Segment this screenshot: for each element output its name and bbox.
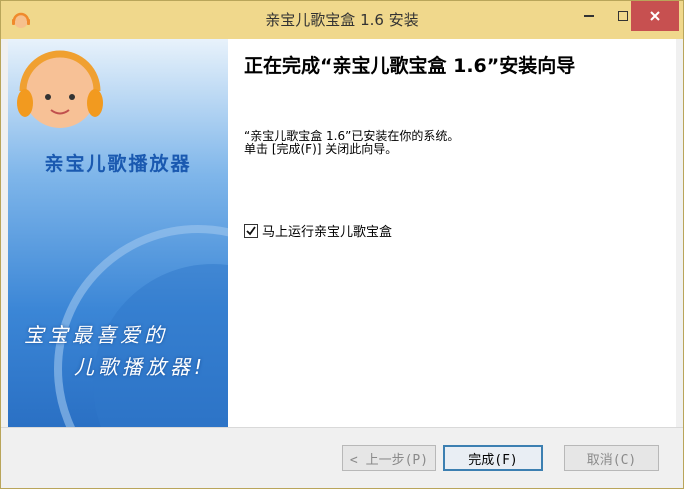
wizard-main-panel: 正在完成“亲宝儿歌宝盒 1.6”安装向导 “亲宝儿歌宝盒 1.6”已安装在你的系…: [228, 39, 676, 427]
run-app-checkbox-label: 马上运行亲宝儿歌宝盒: [262, 225, 393, 240]
maximize-icon: [618, 11, 628, 21]
back-button[interactable]: < 上一步(P): [342, 445, 436, 471]
close-icon: [650, 11, 660, 21]
slogan-line-2: 儿歌播放器!: [74, 355, 207, 379]
wizard-sidebar-image: 亲宝儿歌播放器 宝宝最喜爱的 儿歌播放器!: [8, 39, 228, 427]
title-bar[interactable]: 亲宝儿歌宝盒 1.6 安装: [1, 1, 683, 39]
run-app-checkbox-row[interactable]: 马上运行亲宝儿歌宝盒: [244, 221, 392, 240]
slogan-line-1: 宝宝最喜爱的: [24, 323, 168, 347]
cancel-button[interactable]: 取消(C): [564, 445, 659, 471]
page-title: 正在完成“亲宝儿歌宝盒 1.6”安装向导: [244, 55, 576, 77]
finish-button[interactable]: 完成(F): [443, 445, 543, 471]
minimize-icon: [584, 15, 594, 17]
footer-divider: [1, 427, 683, 428]
minimize-button[interactable]: [572, 1, 606, 31]
description-line-2: 单击 [完成(F)] 关闭此向导。: [244, 142, 398, 156]
description: “亲宝儿歌宝盒 1.6”已安装在你的系统。 单击 [完成(F)] 关闭此向导。: [244, 130, 459, 156]
close-button[interactable]: [631, 1, 679, 31]
installer-window: 亲宝儿歌宝盒 1.6 安装 亲宝儿歌播放器 宝宝最喜爱的 儿歌播放器! 正在完成…: [0, 0, 684, 489]
brand-name: 亲宝儿歌播放器: [44, 153, 192, 175]
run-app-checkbox[interactable]: [244, 223, 258, 238]
checkmark-icon: [246, 225, 256, 235]
wizard-content: 亲宝儿歌播放器 宝宝最喜爱的 儿歌播放器! 正在完成“亲宝儿歌宝盒 1.6”安装…: [8, 39, 676, 427]
